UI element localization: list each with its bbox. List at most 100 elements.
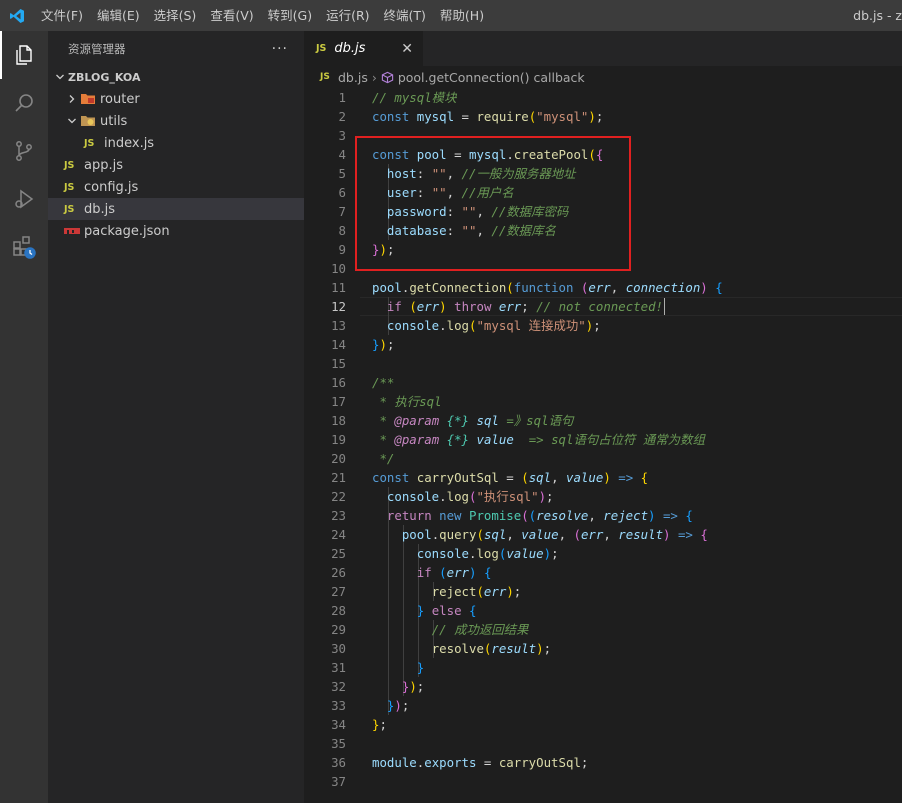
code-editor[interactable]: 1// mysql模块 2 const mysql = require("mysql… bbox=[304, 88, 902, 803]
code-line[interactable]: 36 module.exports = carryOutSql; bbox=[304, 753, 902, 772]
code-token: user bbox=[386, 185, 417, 200]
menu-item[interactable]: 终端(T) bbox=[377, 0, 433, 31]
workspace-root[interactable]: ZBLOG_KOA bbox=[48, 66, 304, 88]
code-line[interactable]: 22 console.log("执行sql"); bbox=[304, 487, 902, 506]
breadcrumb-symbol[interactable]: pool.getConnection() callback bbox=[398, 70, 585, 85]
line-number: 14 bbox=[331, 337, 346, 352]
code-token: connection bbox=[625, 280, 701, 295]
code-token: ( bbox=[573, 527, 581, 542]
code-token: createPool bbox=[513, 147, 589, 162]
code-line[interactable]: 33 }); bbox=[304, 696, 902, 715]
code-token: . bbox=[439, 489, 447, 504]
code-line[interactable]: 15 bbox=[304, 354, 902, 373]
code-token: ; bbox=[521, 299, 537, 314]
menu-item[interactable]: 查看(V) bbox=[203, 0, 260, 31]
menu-item[interactable]: 转到(G) bbox=[261, 0, 319, 31]
code-token: ( bbox=[476, 584, 484, 599]
breadcrumb-file[interactable]: db.js bbox=[338, 70, 368, 85]
code-line[interactable]: 6 user: "", //用户名 bbox=[304, 183, 902, 202]
code-token: = bbox=[498, 470, 522, 485]
code-line[interactable]: 12 if (err) throw err; // not connected! bbox=[304, 297, 902, 316]
code-line[interactable]: 28 } else { bbox=[304, 601, 902, 620]
menu-item[interactable]: 选择(S) bbox=[147, 0, 204, 31]
line-number: 33 bbox=[331, 698, 346, 713]
tree-item-config-js[interactable]: JS config.js bbox=[48, 176, 304, 198]
more-actions-icon[interactable]: ··· bbox=[272, 41, 288, 57]
code-line[interactable]: 18 * @param {*} sql =》sql语句 bbox=[304, 411, 902, 430]
tree-item-router[interactable]: router bbox=[48, 88, 304, 110]
code-line[interactable]: 13 console.log("mysql 连接成功"); bbox=[304, 316, 902, 335]
tree-item-db-js[interactable]: JS db.js bbox=[48, 198, 304, 220]
code-text: password: "", //数据库密码 bbox=[372, 202, 568, 221]
code-line[interactable]: 23 return new Promise((resolve, reject) … bbox=[304, 506, 902, 525]
code-line[interactable]: 20 */ bbox=[304, 449, 902, 468]
files-icon[interactable] bbox=[0, 31, 48, 79]
code-line[interactable]: 27 reject(err); bbox=[304, 582, 902, 601]
code-token: ) bbox=[538, 489, 547, 504]
code-line[interactable]: 10 bbox=[304, 259, 902, 278]
menu-item[interactable]: 编辑(E) bbox=[90, 0, 147, 31]
code-line[interactable]: 24 pool.query(sql, value, (err, result) … bbox=[304, 525, 902, 544]
search-icon[interactable] bbox=[0, 79, 48, 127]
tree-item-app-js[interactable]: JS app.js bbox=[48, 154, 304, 176]
code-line[interactable]: 32 }); bbox=[304, 677, 902, 696]
code-line[interactable]: 16 /** bbox=[304, 373, 902, 392]
code-token: => bbox=[610, 470, 641, 485]
code-token: = bbox=[446, 147, 469, 162]
menu-item[interactable]: 运行(R) bbox=[319, 0, 376, 31]
code-line[interactable]: 37 bbox=[304, 772, 902, 791]
code-line[interactable]: 21 const carryOutSql = (sql, value) => { bbox=[304, 468, 902, 487]
code-token: = bbox=[454, 109, 477, 124]
code-token: exports bbox=[424, 755, 477, 770]
line-number: 3 bbox=[338, 128, 346, 143]
line-number: 16 bbox=[331, 375, 346, 390]
code-line[interactable]: 5 host: "", //一般为服务器地址 bbox=[304, 164, 902, 183]
close-icon[interactable]: ✕ bbox=[401, 41, 413, 57]
tree-item-utils[interactable]: utils bbox=[48, 110, 304, 132]
code-text: * @param {*} value => sql语句占位符 通常为数组 bbox=[372, 430, 704, 449]
code-line[interactable]: 14}); bbox=[304, 335, 902, 354]
code-line[interactable]: 30 resolve(result); bbox=[304, 639, 902, 658]
code-line[interactable]: 26 if (err) { bbox=[304, 563, 902, 582]
code-line[interactable]: 31 } bbox=[304, 658, 902, 677]
code-token: , bbox=[506, 527, 522, 542]
menu-item[interactable]: 文件(F) bbox=[34, 0, 90, 31]
code-line[interactable]: 1 // mysql模块 bbox=[304, 88, 902, 107]
code-line[interactable]: 3 bbox=[304, 126, 902, 145]
tree-item-index-js[interactable]: JS index.js bbox=[48, 132, 304, 154]
code-token: getConnection bbox=[409, 280, 507, 295]
code-line[interactable]: 7 password: "", //数据库密码 bbox=[304, 202, 902, 221]
code-line[interactable]: 29 // 成功返回结果 bbox=[304, 620, 902, 639]
code-token: password bbox=[386, 204, 447, 219]
code-text: console.log(value); bbox=[372, 544, 559, 563]
chevron-down-icon bbox=[64, 116, 80, 126]
code-line[interactable]: 2 const mysql = require("mysql"); bbox=[304, 107, 902, 126]
code-line[interactable]: 25 console.log(value); bbox=[304, 544, 902, 563]
run-debug-icon[interactable] bbox=[0, 175, 48, 223]
code-text: }; bbox=[372, 715, 387, 734]
menu-item[interactable]: 帮助(H) bbox=[433, 0, 491, 31]
code-line[interactable]: 4 const pool = mysql.createPool({ bbox=[304, 145, 902, 164]
line-number: 26 bbox=[331, 565, 346, 580]
code-line[interactable]: 8 database: "", //数据库名 bbox=[304, 221, 902, 240]
code-token: , bbox=[558, 527, 574, 542]
code-line[interactable]: 11 pool.getConnection(function (err, conn… bbox=[304, 278, 902, 297]
code-token: ) bbox=[603, 470, 611, 485]
code-line[interactable]: 17 * 执行sql bbox=[304, 392, 902, 411]
code-token: throw bbox=[454, 299, 499, 314]
tab-db-js[interactable]: JS db.js ✕ bbox=[304, 31, 423, 66]
code-token: * 执行sql bbox=[372, 394, 442, 409]
code-token: module bbox=[372, 755, 417, 770]
line-number: 32 bbox=[331, 679, 346, 694]
code-line[interactable]: 19 * @param {*} value => sql语句占位符 通常为数组 bbox=[304, 430, 902, 449]
code-line[interactable]: 35 bbox=[304, 734, 902, 753]
code-line[interactable]: 9}); bbox=[304, 240, 902, 259]
extensions-icon[interactable] bbox=[0, 223, 48, 271]
source-control-icon[interactable] bbox=[0, 127, 48, 175]
tree-item-package-json[interactable]: package.json bbox=[48, 220, 304, 242]
code-line[interactable]: 34}; bbox=[304, 715, 902, 734]
